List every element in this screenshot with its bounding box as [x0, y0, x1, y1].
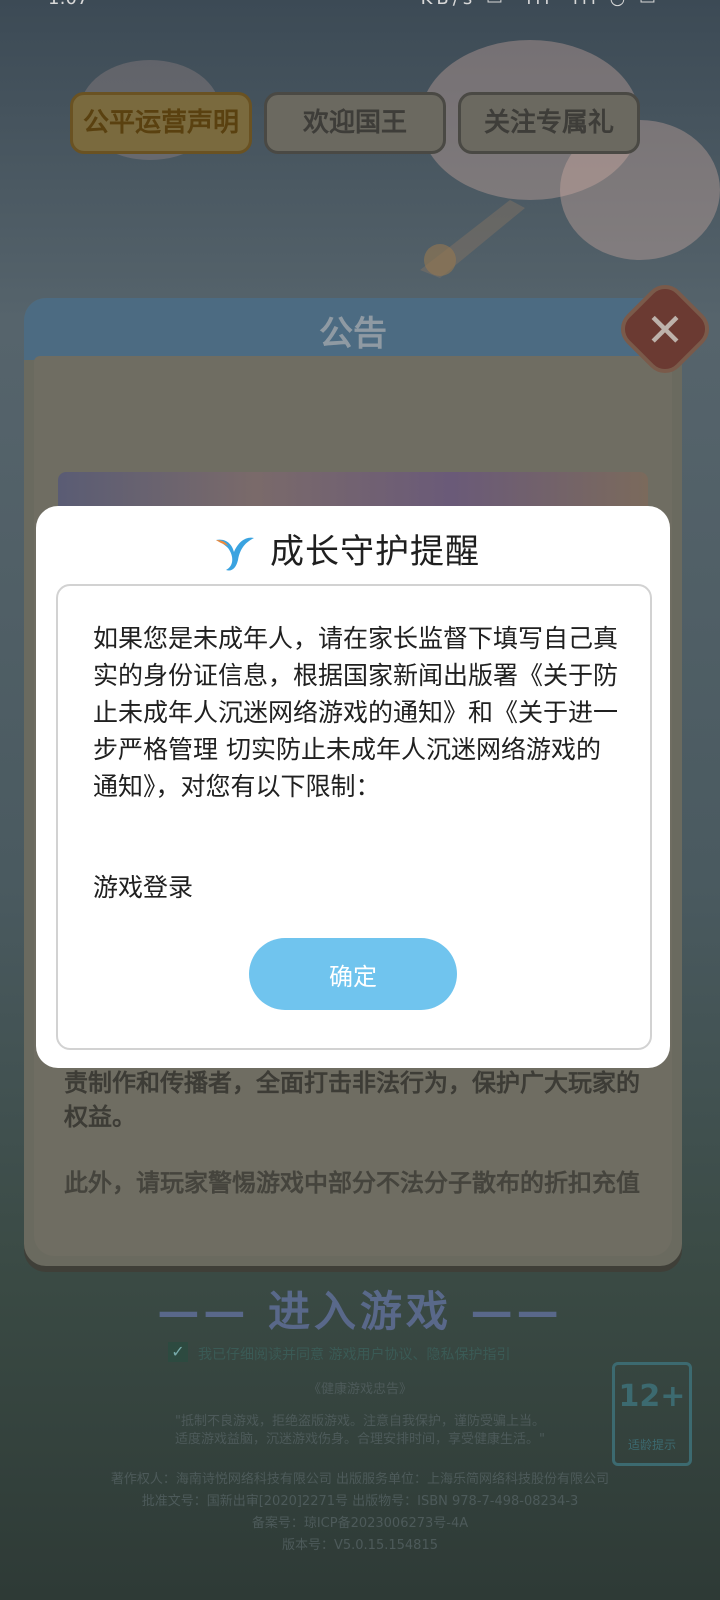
app-logo-icon — [216, 537, 254, 571]
dialog-title: 成长守护提醒 — [270, 532, 480, 572]
dialog-message: 如果您是未成年人，请在家长监督下填写自己真实的身份证信息，根据国家新闻出版署《关… — [93, 624, 619, 801]
confirm-button[interactable]: 确定 — [249, 938, 457, 1010]
restriction-item: 游戏登录 — [93, 873, 194, 902]
